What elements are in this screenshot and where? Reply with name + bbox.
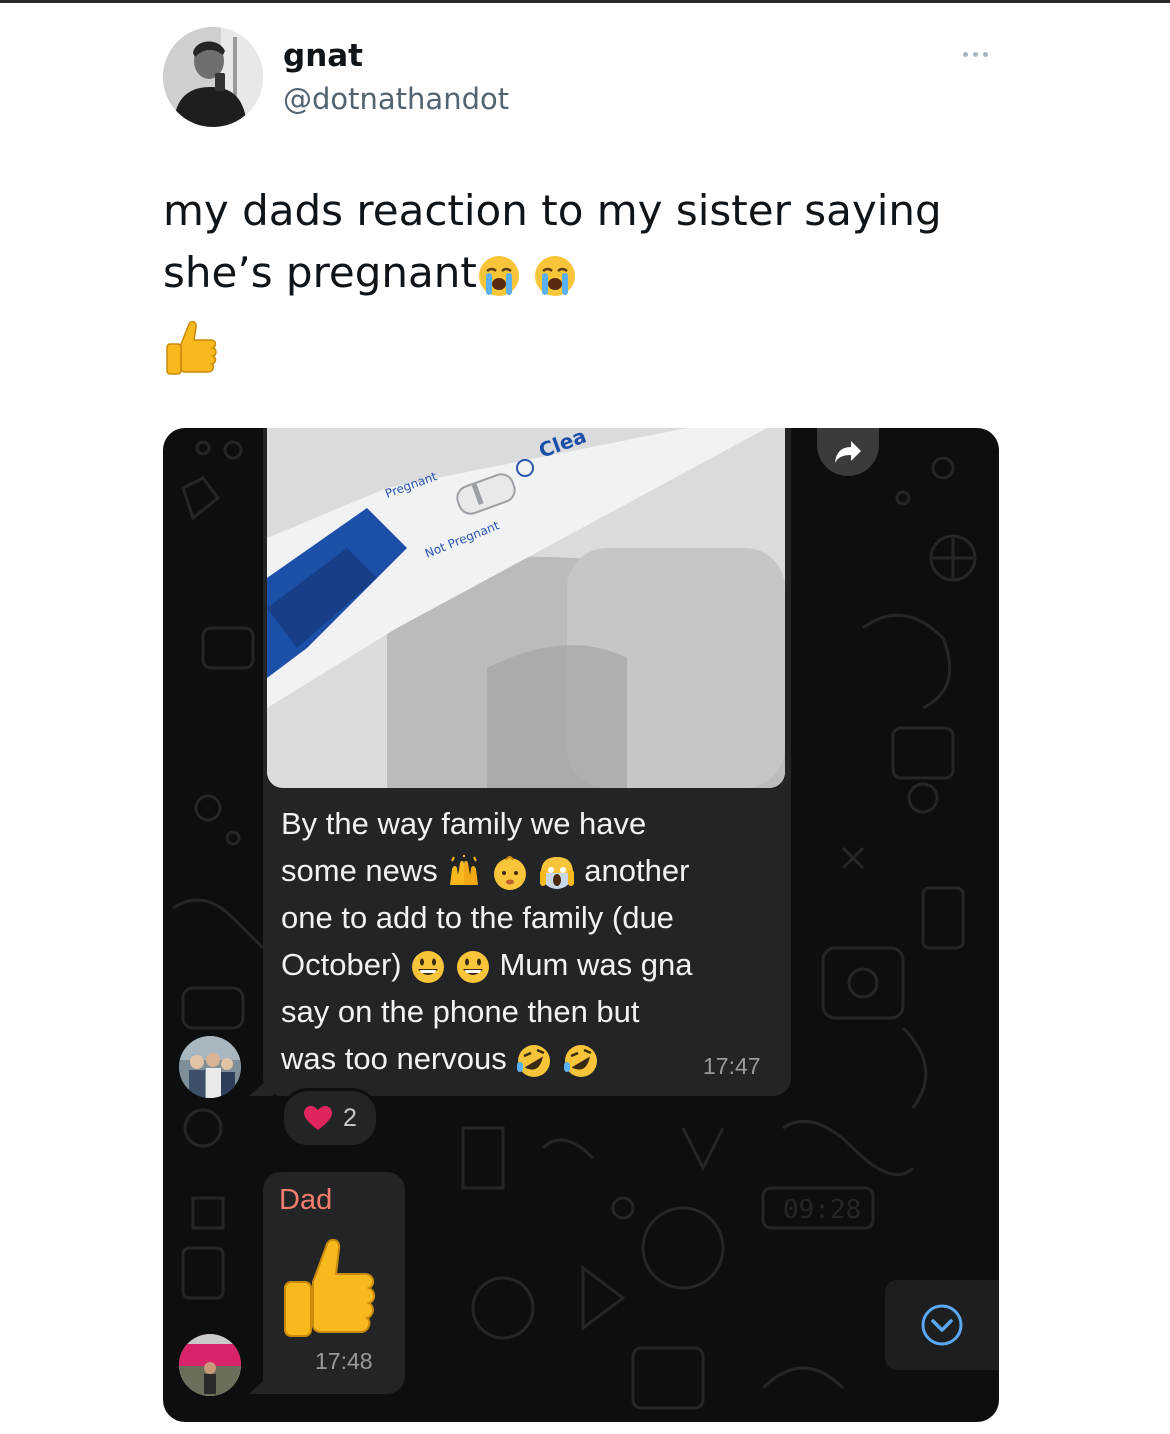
message-line-2a: some news xyxy=(281,853,438,888)
reply-timestamp: 17:48 xyxy=(315,1348,373,1374)
rolling-on-floor-laughing-icon xyxy=(563,1044,597,1077)
tweet-text-line1: my dads reaction to my sister saying xyxy=(163,186,942,235)
author-name[interactable]: gnat xyxy=(283,38,363,74)
message-line-3: one to add to the family (due xyxy=(281,900,674,935)
message-line-1: By the way family we have xyxy=(281,806,647,841)
thumbs-up-icon xyxy=(166,320,217,375)
reply-bubble[interactable]: Dad 17:48 xyxy=(263,1172,405,1394)
message-text: By the way family we have some news anot… xyxy=(281,800,771,1082)
loudly-crying-face-icon xyxy=(478,255,519,296)
message-line-2b: another xyxy=(584,853,690,888)
message-line-6: was too nervous xyxy=(281,1041,507,1076)
tweet-text-line2: she’s pregnant xyxy=(163,248,477,297)
thumbs-up-icon xyxy=(284,1238,376,1337)
message-line-4b: Mum was gna xyxy=(499,947,693,982)
scroll-down-button[interactable] xyxy=(885,1280,999,1370)
forward-icon xyxy=(835,441,861,463)
reaction-count: 2 xyxy=(343,1103,357,1132)
raising-hands-icon xyxy=(450,854,479,885)
author-avatar[interactable] xyxy=(163,27,263,127)
pregnancy-test-photo[interactable]: Pregnant Not Pregnant Clea xyxy=(267,428,785,788)
grinning-face-icon xyxy=(456,950,489,983)
more-options-icon[interactable] xyxy=(950,42,1000,66)
reaction-pill[interactable]: 2 xyxy=(281,1088,379,1148)
face-screaming-in-fear-icon xyxy=(539,856,574,889)
baby-face-icon xyxy=(494,855,527,890)
message-line-5: say on the phone then but xyxy=(281,994,640,1029)
grinning-face-icon xyxy=(412,950,445,983)
red-heart-icon xyxy=(304,1106,333,1130)
chevron-down-icon xyxy=(921,1304,963,1346)
sender-avatar[interactable] xyxy=(179,1334,241,1396)
message-timestamp: 17:47 xyxy=(703,1053,761,1079)
message-bubble[interactable]: Pregnant Not Pregnant Clea By the way fa… xyxy=(263,428,791,1096)
author-handle[interactable]: @dotnathandot xyxy=(283,82,509,116)
rolling-on-floor-laughing-icon xyxy=(517,1044,551,1077)
sender-avatar[interactable] xyxy=(179,1036,241,1098)
top-divider xyxy=(0,0,1170,3)
message-line-4a: October) xyxy=(281,947,402,982)
tweet-text: my dads reaction to my sister saying she… xyxy=(163,180,1023,304)
svg-text:09:28: 09:28 xyxy=(783,1195,861,1225)
sender-name[interactable]: Dad xyxy=(279,1184,332,1217)
loudly-crying-face-icon xyxy=(534,255,575,296)
chat-screenshot: 09:28 Pregnant Not Pregnant Clea By the … xyxy=(163,428,999,1422)
